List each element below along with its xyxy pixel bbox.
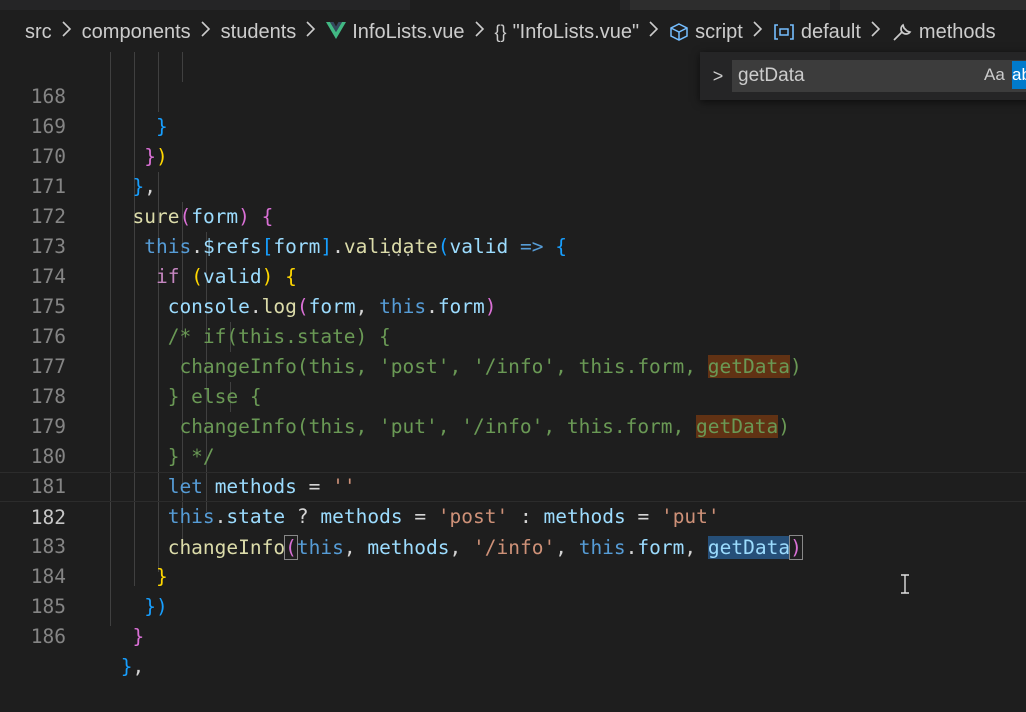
chevron-right-icon [199, 20, 213, 44]
code-editor[interactable]: 168 } 169 }) 170 }, 171 sure(form) { 172… [0, 52, 1026, 678]
code-line: 176 changeInfo(this, 'post', '/info', th… [0, 292, 1026, 378]
text-cursor-icon [901, 574, 909, 594]
code-line: 184 }) [0, 532, 1026, 618]
wrench-icon [891, 22, 913, 42]
breadcrumb-item-script[interactable]: script [669, 21, 743, 44]
breadcrumb-label: src [25, 20, 52, 43]
code-line: 178 changeInfo(this, 'put', '/info', thi… [0, 352, 1026, 438]
code-line: 174 console.log(form, this.form) [0, 232, 1026, 318]
suggestion-dots: ··· [385, 248, 414, 264]
chevron-right-icon [60, 20, 74, 44]
braces-icon: {} [494, 21, 507, 42]
find-widget: > Aa ab [700, 52, 1026, 100]
breadcrumb-item-module[interactable]: {} "InfoLists.vue" [495, 21, 640, 44]
breadcrumb-item-methods[interactable]: methods [891, 21, 996, 44]
breadcrumb-item-components[interactable]: components [82, 21, 191, 44]
chevron-right-icon [304, 20, 318, 44]
chevron-right-icon [869, 20, 883, 44]
breadcrumb-label: InfoLists.vue [352, 20, 465, 43]
code-line: 181 this.state ? methods = 'post' : meth… [0, 442, 1026, 528]
code-line: 185 } [0, 562, 1026, 648]
chevron-right-icon [751, 20, 765, 44]
code-line: 170 }, [0, 112, 1026, 198]
breadcrumb-label: students [220, 20, 297, 43]
tab-strip [0, 0, 1026, 10]
code-line: 177 } else { [0, 322, 1026, 408]
code-line: 172 this.$refs[form].validate(valid => { [0, 172, 1026, 258]
vue-icon [326, 21, 347, 44]
toggle-replace-button[interactable]: > [708, 62, 728, 90]
line-number: 186 [30, 625, 66, 648]
code-line: 186 }, [0, 592, 1026, 678]
match-case-button[interactable]: Aa [984, 65, 1005, 85]
namespace-icon [773, 23, 795, 41]
code-text: }, [120, 655, 145, 678]
breadcrumb-item-file[interactable]: InfoLists.vue [326, 20, 465, 44]
code-line: 180 let methods = '' [0, 412, 1026, 498]
chevron-right-icon [473, 20, 487, 44]
breadcrumb-item-students[interactable]: students [221, 21, 297, 44]
tab-active[interactable] [410, 0, 620, 10]
breadcrumb-label: "InfoLists.vue" [512, 20, 640, 43]
tab[interactable] [840, 0, 1026, 10]
code-line-current: 182 changeInfo(this, methods, '/info', t… [0, 472, 1026, 560]
breadcrumb-label: components [81, 20, 191, 43]
code-line: 179 } */ [0, 382, 1026, 468]
cube-icon [669, 22, 689, 42]
code-line: 175 /* if(this.state) { [0, 262, 1026, 348]
chevron-right-icon [647, 20, 661, 44]
breadcrumb-label: script [695, 20, 743, 43]
breadcrumb-label: default [800, 20, 861, 43]
code-line: 173 if (valid) { [0, 202, 1026, 288]
code-line: 183 } [0, 502, 1026, 588]
breadcrumb-label: methods [918, 20, 996, 43]
breadcrumb: src components students InfoLists.vue {}… [0, 0, 1026, 52]
code-text: } [132, 625, 145, 648]
tab[interactable] [630, 0, 830, 10]
breadcrumb-item-src[interactable]: src [25, 21, 52, 44]
match-whole-word-button[interactable]: ab [1012, 61, 1026, 89]
find-input[interactable] [732, 60, 1026, 92]
code-line: 171 sure(form) { [0, 142, 1026, 228]
breadcrumb-item-default[interactable]: default [773, 21, 861, 44]
